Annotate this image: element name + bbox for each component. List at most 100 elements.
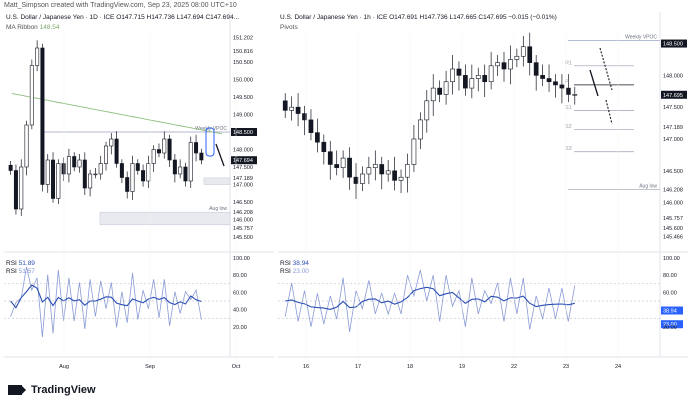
rsi-axis-label: 60.00 xyxy=(663,290,677,296)
candle-body xyxy=(559,84,565,89)
price-axis-label: 146.000 xyxy=(663,201,683,207)
candle-body xyxy=(172,159,177,175)
time-axis-label: 22 xyxy=(511,364,517,370)
left-chart-svg: Weekly VPOCAug low151.202150.816150.5001… xyxy=(4,12,274,370)
support-zone xyxy=(203,177,231,185)
candle-body xyxy=(372,164,378,168)
price-axis-label: 148.000 xyxy=(663,73,683,79)
candle-body xyxy=(289,106,295,111)
candle-body xyxy=(194,142,199,154)
tradingview-logo-icon xyxy=(8,385,26,395)
candle-body xyxy=(167,138,172,161)
time-axis-label: Aug xyxy=(59,364,69,370)
right-chart-pane[interactable]: U.S. Dollar / Japanese Yen · 1h · ICE O1… xyxy=(278,12,688,374)
candle-body xyxy=(40,47,45,185)
time-axis-label: 23 xyxy=(563,364,569,370)
left-rsi-value-1: 51.89 xyxy=(18,260,35,267)
candle-body xyxy=(151,149,156,164)
candle-body xyxy=(501,62,507,70)
candle-body xyxy=(411,138,417,165)
candle-body xyxy=(24,124,29,168)
tradingview-logo-text: TradingView xyxy=(31,384,96,396)
candle-body xyxy=(178,166,183,175)
candle-body xyxy=(360,173,365,184)
candle-body xyxy=(82,159,87,189)
time-axis-label: 17 xyxy=(355,364,361,370)
forecast-arrow-solid xyxy=(589,69,599,97)
rsi-axis-label: 80.00 xyxy=(233,273,247,279)
weekly-vpoc-label: Weekly VPOC xyxy=(195,126,227,132)
candle-body xyxy=(119,163,124,178)
left-rsi-label-1: RSI xyxy=(6,260,17,267)
candle-body xyxy=(495,62,500,67)
candle-body xyxy=(456,68,462,76)
right-rsi-legend-1: RSI 38.94 xyxy=(280,260,309,267)
candle-body xyxy=(546,78,552,83)
right-rsi-label-1: RSI xyxy=(280,260,291,267)
candle-body xyxy=(475,75,481,79)
candle-body xyxy=(520,46,526,57)
candle-body xyxy=(109,138,114,147)
candle-body xyxy=(321,141,327,153)
candle-body xyxy=(125,177,130,192)
time-axis-label: 18 xyxy=(407,364,413,370)
candle-body xyxy=(88,173,93,189)
candle-body xyxy=(417,119,423,140)
candle-body xyxy=(56,163,61,199)
rsi-signal-line xyxy=(10,266,202,338)
candle-body xyxy=(315,132,320,143)
candle-body xyxy=(13,170,18,210)
candle-body xyxy=(553,81,558,86)
candle-body xyxy=(463,75,468,89)
candle-body xyxy=(114,138,119,164)
candle-body xyxy=(156,149,161,154)
forecast-arrow-left xyxy=(215,143,225,167)
rsi-main-line xyxy=(285,286,575,310)
rsi-axis-label: 40.00 xyxy=(233,308,247,314)
rsi-axis-label: 60.00 xyxy=(233,290,247,296)
time-axis-label: 19 xyxy=(459,364,465,370)
candle-body xyxy=(29,65,34,126)
candle-body xyxy=(188,142,193,182)
candle-body xyxy=(19,166,24,210)
time-axis-label: Oct xyxy=(232,364,241,370)
right-rsi-value-1: 38.94 xyxy=(292,260,309,267)
candle-body xyxy=(340,157,346,168)
left-chart-pane[interactable]: U.S. Dollar / Japanese Yen · 1D · ICE O1… xyxy=(4,12,274,374)
candle-body xyxy=(430,87,436,102)
candle-body xyxy=(66,156,71,175)
candle-body xyxy=(135,163,140,171)
candle-body xyxy=(482,75,488,83)
footer: TradingView xyxy=(0,378,690,402)
candle-body xyxy=(366,167,372,175)
price-axis-label: 148.500 xyxy=(663,42,683,48)
candle-body xyxy=(8,164,13,171)
candle-body xyxy=(443,81,449,95)
rsi-axis-label: 20.00 xyxy=(663,325,677,331)
candle-body xyxy=(183,166,188,182)
price-axis-label: 147.500 xyxy=(663,105,683,111)
candle-body xyxy=(93,173,98,176)
left-rsi-legend-1: RSI 51.89 xyxy=(6,260,35,267)
candle-body xyxy=(334,164,340,168)
candle-body xyxy=(424,100,430,121)
candle-body xyxy=(405,164,410,178)
candle-body xyxy=(77,159,82,168)
right-rsi-legend-2: RSI 23.00 xyxy=(280,268,309,275)
right-rsi-label-2: RSI xyxy=(280,268,291,275)
candle-body xyxy=(508,59,513,70)
price-axis-label: 147.695 xyxy=(663,93,683,99)
right-chart-svg: Weekly VPOCAug lowR1PS1S2S3148.500148.00… xyxy=(278,12,688,370)
aug-low-zone xyxy=(99,211,231,226)
time-axis-label: 24 xyxy=(615,364,621,370)
candle-body xyxy=(392,170,397,181)
candle-body xyxy=(295,106,301,114)
right-rsi-value-2: 23.00 xyxy=(292,268,309,275)
time-axis-label: Sep xyxy=(145,364,155,370)
tradingview-logo[interactable]: TradingView xyxy=(8,384,96,396)
forecast-arrow-dotted-2 xyxy=(605,99,613,125)
candle-body xyxy=(104,145,108,164)
candle-body xyxy=(327,151,333,165)
candle-body xyxy=(282,100,288,111)
candle-body xyxy=(35,47,40,66)
